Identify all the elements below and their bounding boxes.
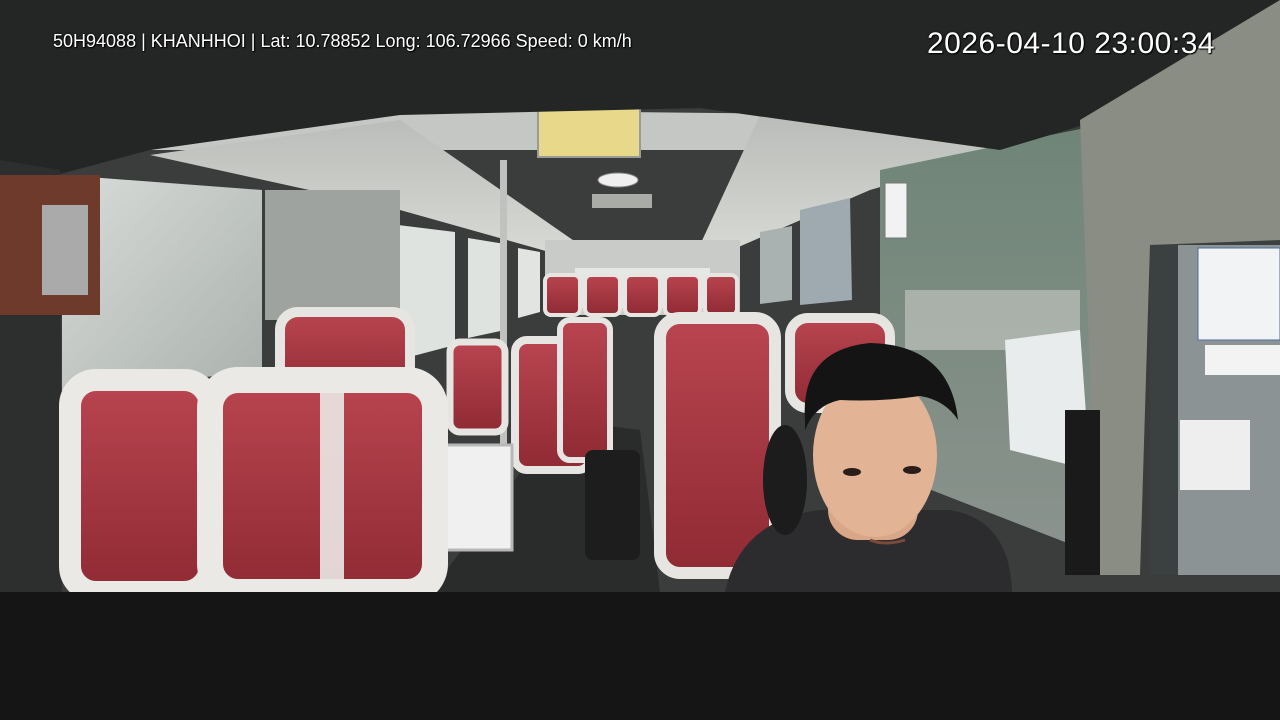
ceiling-vent: [597, 172, 639, 188]
ceiling-vent-2: [592, 194, 652, 208]
dashcam-info-overlay: 50H94088 | KHANHHOI | Lat: 10.78852 Long…: [53, 31, 632, 51]
letterbox-bar: [0, 592, 1280, 720]
black-bag: [585, 450, 640, 560]
no-smoking-sign: [884, 182, 908, 239]
bus-interior-scene: [0, 0, 1280, 592]
notice-strip: [1205, 345, 1280, 375]
driver-eye-right: [903, 466, 921, 474]
left-window-rear-2: [518, 248, 540, 318]
right-window-mid: [800, 198, 852, 305]
left-wall-panel: [265, 190, 400, 320]
left-window-rear: [468, 238, 505, 338]
right-window-rear: [760, 226, 792, 304]
front-seats: [59, 367, 448, 592]
rear-seat-row: [543, 273, 739, 317]
seatbelt: [1065, 410, 1100, 575]
car-outside-door: [1180, 420, 1250, 490]
driver-seat-headrest: [763, 425, 807, 535]
notice-board: [1197, 247, 1280, 341]
driver-eye-left: [843, 468, 861, 476]
ceiling-light: [537, 106, 641, 158]
cabinet-mirror: [42, 205, 88, 295]
dashcam-timestamp: 2026-04-10 23:00:34: [927, 27, 1216, 60]
camera-frame: 50H94088 | KHANHHOI | Lat: 10.78852 Long…: [0, 0, 1280, 592]
